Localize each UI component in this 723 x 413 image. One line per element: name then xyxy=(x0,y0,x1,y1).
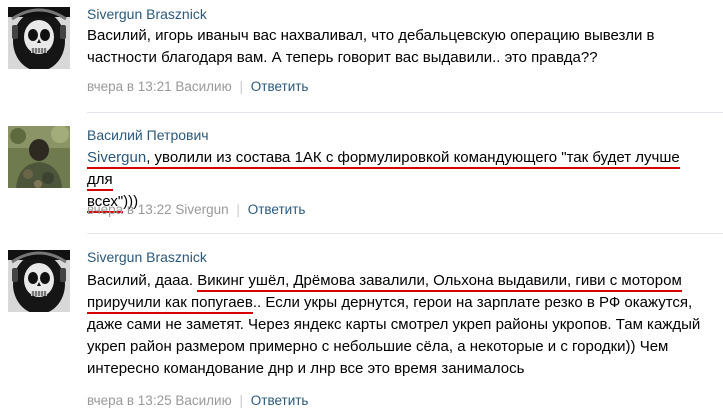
mention-link[interactable]: Sivergun xyxy=(87,149,147,169)
comment-reply-to[interactable]: Sivergun xyxy=(175,202,228,217)
camouflage-avatar-image xyxy=(8,126,70,188)
comment-date[interactable]: вчера в 13:21 xyxy=(87,79,172,94)
skull-avatar-image xyxy=(8,7,70,69)
meta-separator: | xyxy=(239,393,243,408)
avatar[interactable] xyxy=(8,250,70,312)
highlighted-text: Викинг ушёл, Дрёмова завалили, Ольхона в… xyxy=(197,272,682,292)
comment-divider xyxy=(87,233,723,234)
comment-meta: вчера в 13:21 Василию | Ответить xyxy=(87,79,308,94)
avatar[interactable] xyxy=(8,7,70,69)
reply-button[interactable]: Ответить xyxy=(251,79,309,94)
comment-reply-to[interactable]: Василию xyxy=(175,393,231,408)
skull-avatar-image xyxy=(8,250,70,312)
comment-author[interactable]: Sivergun Brasznick xyxy=(87,6,207,22)
comment-divider xyxy=(87,112,723,113)
meta-separator: | xyxy=(236,202,240,217)
reply-button[interactable]: Ответить xyxy=(251,393,309,408)
comment-meta: вчера в 13:25 Василию | Ответить xyxy=(87,393,308,408)
comment-reply-to[interactable]: Василию xyxy=(175,79,231,94)
comment-author[interactable]: Василий Петрович xyxy=(87,127,209,143)
highlighted-text: приручили как попугаев xyxy=(87,294,253,314)
comment-meta: вчера в 13:22 Sivergun | Ответить xyxy=(87,202,305,217)
highlighted-text: , уволили из состава 1АК с формулировкой… xyxy=(87,149,680,191)
reply-button[interactable]: Ответить xyxy=(248,202,306,217)
avatar[interactable] xyxy=(8,126,70,188)
comment-author[interactable]: Sivergun Brasznick xyxy=(87,249,207,265)
comment-text: Василий, дааа. Викинг ушёл, Дрёмова зава… xyxy=(87,270,707,380)
comment-date[interactable]: вчера в 13:25 xyxy=(87,393,172,408)
comment-date[interactable]: вчера в 13:22 xyxy=(87,202,172,217)
meta-separator: | xyxy=(239,79,243,94)
comment-text: Василий, игорь иваныч вас нахваливал, чт… xyxy=(87,27,655,66)
comment-text-head: Василий, дааа. xyxy=(87,272,198,289)
